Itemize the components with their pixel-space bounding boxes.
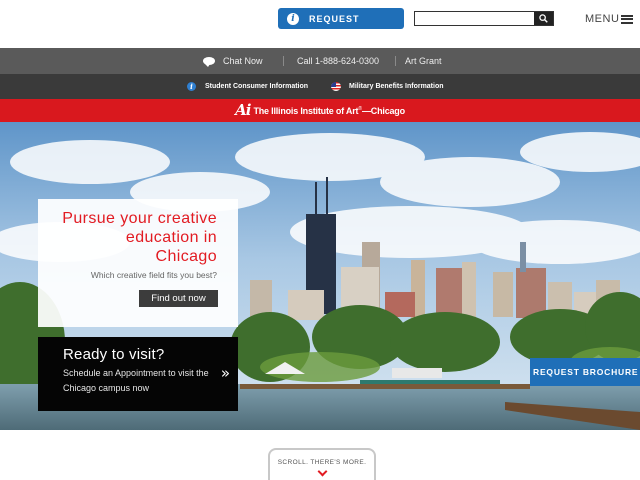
double-chevron-right-icon: » [220,364,230,382]
ai-logo-mark: Ai [235,101,251,119]
consumer-info-link[interactable]: i Student Consumer Information [187,74,308,99]
request-brochure-button[interactable]: REQUEST BROCHURE [530,358,640,386]
request-button-label: REQUEST [309,13,360,24]
scroll-label: SCROLL. THERE'S MORE. [277,459,367,466]
pursue-title-line1: Pursue your creative [62,210,217,227]
pursue-title-line2: education in [125,229,217,246]
pursue-subtitle: Which creative field fits you best? [90,270,217,280]
divider [395,56,396,66]
pursue-title-line3: Chicago [155,248,217,265]
chat-now-link[interactable]: Chat Now [203,48,263,74]
info-icon: i [187,82,196,91]
utility-bar: Chat Now Call 1-888-624-0300 Art Grant [0,48,640,74]
find-out-now-button[interactable]: Find out now [139,290,218,307]
school-logo[interactable]: Ai The Illinois Institute of Art ® —Chic… [235,99,405,122]
hero-banner: Pursue your creative education in Chicag… [0,122,640,430]
info-icon: i [287,12,299,25]
us-flag-icon [331,82,341,91]
scroll-indicator[interactable]: SCROLL. THERE'S MORE. [268,448,376,480]
chat-now-label: Chat Now [223,56,263,66]
art-grant-link[interactable]: Art Grant [405,48,442,74]
chevron-down-icon [317,466,327,477]
school-name: The Illinois Institute of Art [253,105,359,116]
request-button[interactable]: i REQUEST [278,8,404,29]
visit-title: Ready to visit? [63,346,165,363]
military-benefits-label: Military Benefits Information [349,83,444,90]
chat-bubble-icon [203,57,215,67]
menu-button[interactable]: MENU [585,12,634,26]
brand-bar: Ai The Illinois Institute of Art ® —Chic… [0,99,640,122]
info-bar: i Student Consumer Information Military … [0,74,640,99]
military-benefits-link[interactable]: Military Benefits Information [331,74,444,99]
phone-label: Call 1-888-624-0300 [297,56,380,66]
ready-to-visit-panel[interactable]: Ready to visit? Schedule an Appointment … [38,337,238,411]
hamburger-icon [621,14,634,24]
search-button[interactable] [534,12,553,25]
search-input[interactable] [415,12,535,25]
search-box [414,11,554,26]
menu-label: MENU [585,13,620,25]
consumer-info-label: Student Consumer Information [205,83,309,90]
visit-subtitle: Schedule an Appointment to visit the Chi… [63,368,209,393]
pursue-panel: Pursue your creative education in Chicag… [38,199,238,327]
top-header: i REQUEST MENU [0,0,640,48]
search-icon [539,14,548,23]
phone-link[interactable]: Call 1-888-624-0300 [297,48,379,74]
campus-name: —Chicago [362,105,405,116]
art-grant-label: Art Grant [405,56,442,66]
divider [283,56,284,66]
